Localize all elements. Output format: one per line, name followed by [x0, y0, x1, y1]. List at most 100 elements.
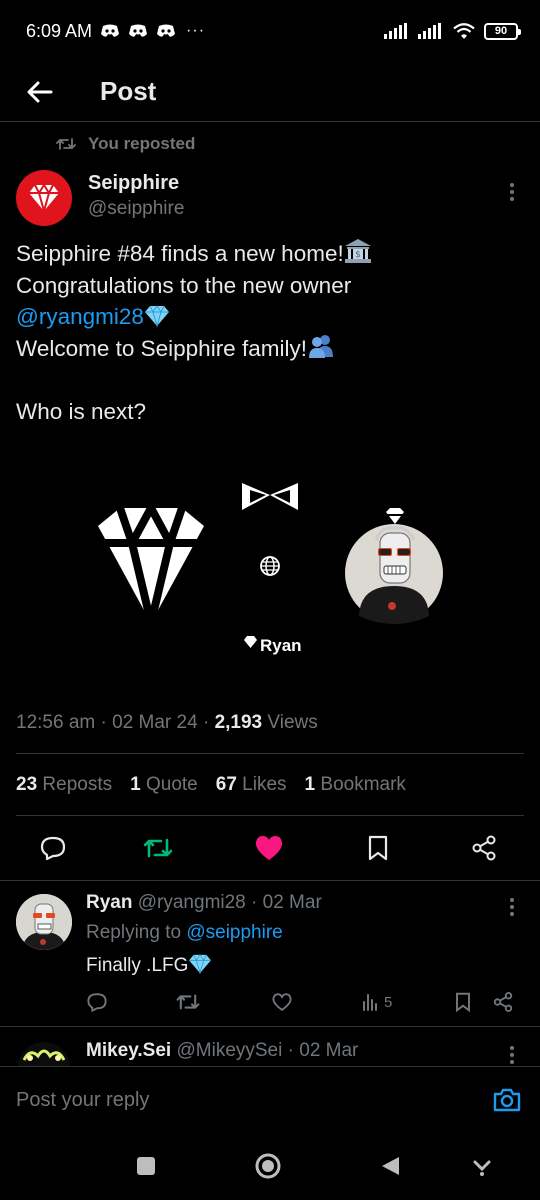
reply-action-bar: 5: [0, 988, 540, 1016]
bookmarks-stat[interactable]: 1 Bookmark: [305, 774, 406, 796]
wifi-icon: [453, 23, 475, 39]
post-text-line: Who is next?: [16, 398, 147, 424]
repost-label: You reposted: [88, 134, 196, 153]
arrow-left-icon: [27, 81, 53, 102]
reply-input[interactable]: [16, 1089, 456, 1112]
more-options-icon[interactable]: [500, 1043, 524, 1067]
reply-repost-button[interactable]: [176, 988, 200, 1016]
reply-icon: [40, 836, 66, 861]
divider: [16, 753, 524, 754]
home-circle-icon: [255, 1153, 281, 1179]
engagement-stats: 23 Reposts 1 Quote 67 Likes 1 Bookmark: [16, 774, 406, 796]
reply-views-button[interactable]: 5: [362, 988, 392, 1016]
signal-icon: [384, 23, 407, 39]
share-icon: [493, 992, 513, 1012]
reply-share-button[interactable]: [492, 988, 514, 1016]
reply-composer: [0, 1066, 540, 1130]
nft-avatar-image: [345, 508, 443, 624]
square-icon: [137, 1157, 155, 1175]
reply-header: Ryan @ryangmi28 · 02 Mar: [86, 892, 322, 914]
like-button[interactable]: [251, 830, 287, 866]
page-title: Post: [100, 76, 157, 106]
author-avatar[interactable]: [16, 170, 72, 226]
post-text-line: Congratulations to the new owner: [16, 272, 352, 298]
reply-reply-button[interactable]: [86, 988, 108, 1016]
nft-avatar-image: [18, 1042, 70, 1068]
more-options-icon[interactable]: [500, 180, 524, 204]
back-button[interactable]: [20, 72, 60, 112]
bank-emoji-icon: $: [344, 239, 371, 263]
next-reply-author-handle[interactable]: @MikeyySei: [176, 1040, 282, 1061]
analytics-icon: [363, 994, 377, 1011]
next-reply-date: · 02 Mar: [287, 1040, 359, 1061]
post-action-bar: [0, 830, 540, 866]
share-icon: [472, 835, 496, 861]
next-reply-header: Mikey.Sei @MikeyySei · 02 Mar: [86, 1040, 358, 1062]
back-nav-button[interactable]: [376, 1152, 404, 1180]
repost-button[interactable]: [140, 830, 176, 866]
signal-icon: [418, 23, 441, 39]
next-reply-avatar[interactable]: [16, 1038, 72, 1068]
author-name[interactable]: Seipphire: [88, 172, 179, 195]
author-handle[interactable]: @seipphire: [88, 198, 184, 220]
mention-link[interactable]: @ryangmi28: [16, 304, 144, 329]
share-button[interactable]: [466, 830, 502, 866]
discord-icon: [129, 24, 148, 37]
nft-avatar-image: [16, 894, 72, 950]
discord-icon: [101, 24, 120, 37]
bowtie-logo-icon: [242, 483, 298, 510]
ryan-caption: Ryan: [244, 636, 302, 655]
post-date: 02 Mar 24: [112, 712, 198, 733]
replying-to: Replying to @seipphire: [86, 922, 283, 943]
system-navigation-bar: [0, 1130, 540, 1200]
reposts-stat[interactable]: 23 Reposts: [16, 774, 112, 796]
repost-context: You reposted: [56, 134, 195, 154]
reply-author-name[interactable]: Ryan: [86, 892, 132, 913]
reply-author-avatar[interactable]: [16, 894, 72, 950]
replying-to-handle[interactable]: @seipphire: [186, 922, 282, 943]
views-label: Views: [267, 712, 318, 733]
post-time: 12:56 am: [16, 712, 96, 733]
more-options-icon[interactable]: [500, 895, 524, 919]
quotes-stat[interactable]: 1 Quote: [130, 774, 198, 796]
reply-icon: [87, 993, 107, 1013]
divider: [0, 1026, 540, 1027]
triangle-back-icon: [382, 1157, 399, 1175]
gem-emoji-icon: [144, 305, 169, 327]
reply-button[interactable]: [35, 830, 71, 866]
likes-stat[interactable]: 67 Likes: [216, 774, 287, 796]
assistant-button[interactable]: [468, 1152, 496, 1180]
repost-icon: [143, 838, 173, 858]
bookmark-button[interactable]: [360, 830, 396, 866]
gem-emoji-icon: [189, 954, 212, 974]
views-count: 2,193: [214, 712, 263, 733]
large-diamond-icon: [98, 499, 204, 624]
divider: [0, 880, 540, 881]
reply-date: · 02 Mar: [251, 892, 322, 913]
reply-author-handle[interactable]: @ryangmi28: [138, 892, 246, 913]
reply-like-button[interactable]: [271, 988, 293, 1016]
heart-icon: [272, 993, 292, 1011]
camera-icon[interactable]: [492, 1085, 522, 1115]
bookmark-icon: [368, 835, 388, 861]
divider: [16, 815, 524, 816]
repost-icon: [56, 138, 76, 150]
status-time: 6:09 AM: [26, 20, 93, 41]
more-notifications: ···: [186, 22, 206, 39]
diamond-logo-icon: [29, 183, 59, 213]
next-reply-author-name[interactable]: Mikey.Sei: [86, 1040, 171, 1061]
recent-apps-button[interactable]: [132, 1152, 160, 1180]
battery-indicator: 90: [484, 22, 521, 40]
repost-icon: [176, 994, 200, 1010]
home-button[interactable]: [254, 1152, 282, 1180]
people-hugging-emoji-icon: [308, 334, 333, 358]
post-text-line: Seipphire #84 finds a new home!: [16, 241, 344, 266]
reply-bookmark-button[interactable]: [454, 988, 472, 1016]
globe-icon: [260, 556, 280, 576]
media-caption: Ryan: [260, 636, 302, 655]
reply-views-count: 5: [384, 993, 393, 1011]
post-metadata: 12:56 am · 02 Mar 24 · 2,193 Views: [16, 712, 318, 733]
post-media-image[interactable]: Ryan: [16, 468, 524, 668]
post-text-line: Welcome to Seipphire family!: [16, 335, 307, 361]
discord-icon: [157, 24, 176, 37]
